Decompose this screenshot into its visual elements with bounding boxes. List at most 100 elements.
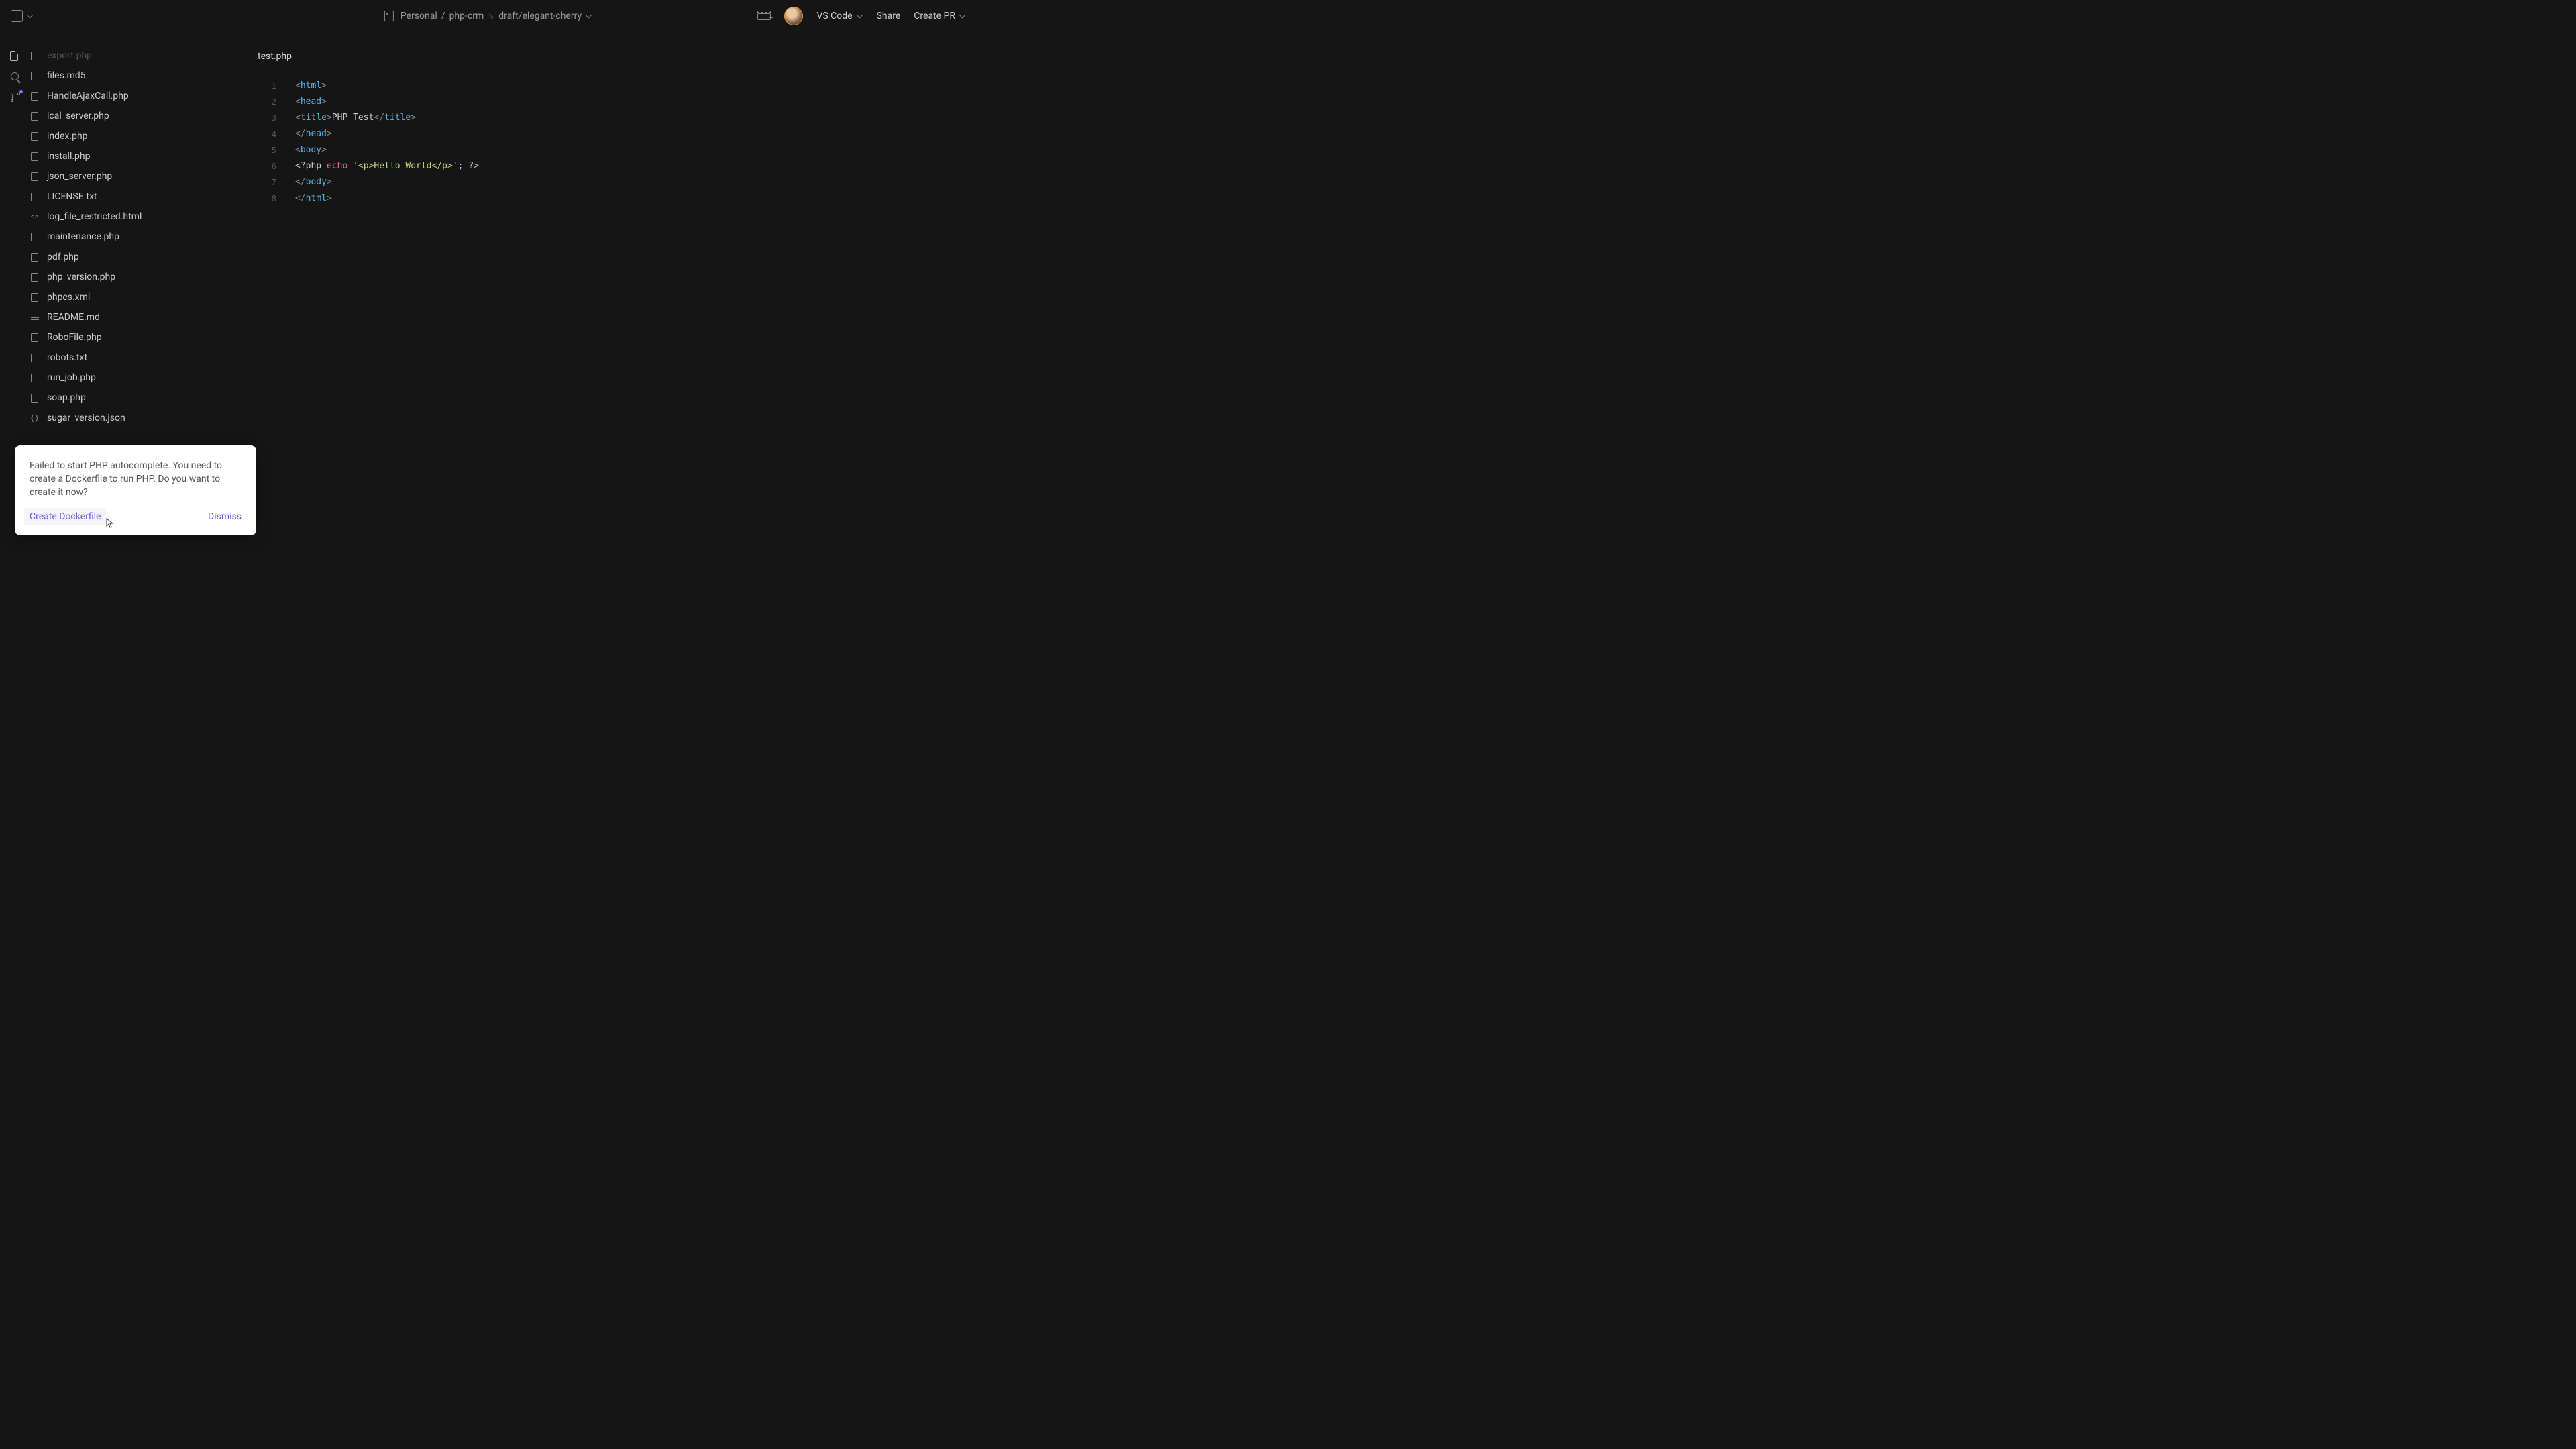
source-control-icon[interactable] — [11, 93, 20, 102]
file-item[interactable]: json_server.php — [31, 166, 239, 186]
file-name: json_server.php — [47, 171, 112, 182]
breadcrumb[interactable]: Personal / php-crm ↳ draft/elegant-cherr… — [384, 11, 592, 21]
project-name: php-crm — [449, 11, 484, 21]
search-icon[interactable] — [11, 72, 20, 82]
explorer-icon[interactable] — [10, 51, 21, 62]
project-icon — [384, 11, 394, 21]
json-icon: { } — [31, 413, 40, 423]
file-name: ical_server.php — [47, 111, 109, 121]
code-line[interactable]: 2 <head> — [258, 94, 977, 110]
badge-icon — [19, 90, 23, 93]
file-name: maintenance.php — [47, 231, 119, 242]
code-line[interactable]: 4 </head> — [258, 126, 977, 142]
readme-icon — [31, 313, 40, 322]
app-menu-icon[interactable] — [11, 10, 23, 22]
share-button[interactable]: Share — [877, 11, 901, 21]
file-item[interactable]: php_version.php — [31, 267, 239, 287]
file-name: install.php — [47, 151, 91, 162]
chevron-down-icon[interactable] — [586, 14, 592, 18]
layout-icon[interactable] — [757, 11, 771, 21]
file-name: index.php — [47, 131, 88, 142]
line-number: 8 — [258, 191, 276, 207]
chevron-down-icon — [857, 14, 863, 18]
file-name: soap.php — [47, 392, 86, 403]
file-icon — [31, 333, 40, 342]
file-name: pdf.php — [47, 252, 79, 262]
file-item[interactable]: maintenance.php — [31, 227, 239, 247]
notification-message: Failed to start PHP autocomplete. You ne… — [30, 459, 241, 499]
line-number: 4 — [258, 126, 276, 142]
workspace-name: Personal — [400, 11, 437, 21]
notification-popup: Failed to start PHP autocomplete. You ne… — [15, 445, 256, 535]
line-number: 2 — [258, 94, 276, 110]
file-icon — [31, 393, 40, 402]
avatar[interactable] — [784, 7, 803, 25]
file-icon — [31, 272, 40, 282]
share-label: Share — [877, 11, 901, 21]
code-icon: <> — [31, 212, 40, 221]
file-item[interactable]: run_job.php — [31, 368, 239, 388]
topbar-left — [11, 10, 34, 22]
file-item[interactable]: pdf.php — [31, 247, 239, 267]
code-line[interactable]: 3 <title>PHP Test</title> — [258, 110, 977, 126]
code-line[interactable]: 5 <body> — [258, 142, 977, 158]
code-line[interactable]: 1 <html> — [258, 78, 977, 94]
file-name: php_version.php — [47, 272, 115, 282]
topbar-right: VS Code Share Create PR — [757, 7, 966, 25]
top-bar: Personal / php-crm ↳ draft/elegant-cherr… — [0, 0, 977, 32]
file-name: LICENSE.txt — [47, 191, 97, 202]
file-name: HandleAjaxCall.php — [47, 91, 129, 101]
file-item[interactable]: ical_server.php — [31, 106, 239, 126]
file-icon — [31, 51, 40, 60]
tab-filename[interactable]: test.php — [258, 51, 977, 62]
file-item[interactable]: { }sugar_version.json — [31, 408, 239, 428]
file-item[interactable]: export.php — [31, 46, 239, 66]
line-content: <body> — [295, 142, 327, 158]
file-icon — [31, 91, 40, 101]
file-item[interactable]: HandleAjaxCall.php — [31, 86, 239, 106]
line-content: </html> — [295, 191, 332, 207]
chevron-down-icon[interactable] — [27, 14, 34, 18]
code-line[interactable]: 8 </html> — [258, 191, 977, 207]
file-icon — [31, 131, 40, 141]
file-icon — [31, 152, 40, 161]
file-icon — [31, 172, 40, 181]
line-content: <?php echo '<p>Hello World</p>'; ?> — [295, 158, 479, 174]
create-pr-button[interactable]: Create PR — [914, 11, 966, 21]
file-name: export.php — [47, 50, 92, 61]
create-dockerfile-button[interactable]: Create Dockerfile — [24, 508, 106, 525]
line-number: 6 — [258, 158, 276, 174]
file-item[interactable]: phpcs.xml — [31, 287, 239, 307]
file-item[interactable]: soap.php — [31, 388, 239, 408]
editor: test.php 1 <html> 2 <head> 3 <title>PHP Test<… — [239, 32, 977, 547]
file-name: robots.txt — [47, 352, 87, 363]
line-content: <head> — [295, 94, 327, 110]
file-name: files.md5 — [47, 70, 86, 81]
code-line[interactable]: 6 <?php echo '<p>Hello World</p>'; ?> — [258, 158, 977, 174]
file-icon — [31, 292, 40, 302]
dismiss-button[interactable]: Dismiss — [208, 511, 241, 522]
line-number: 5 — [258, 142, 276, 158]
file-item[interactable]: robots.txt — [31, 347, 239, 368]
code-line[interactable]: 7</body> — [258, 174, 977, 191]
line-content: <html> — [295, 78, 327, 94]
branch-arrow-icon: ↳ — [488, 11, 494, 21]
file-item[interactable]: RoboFile.php — [31, 327, 239, 347]
file-icon — [31, 353, 40, 362]
file-icon — [31, 192, 40, 201]
line-number: 1 — [258, 78, 276, 94]
vscode-button[interactable]: VS Code — [816, 11, 863, 21]
line-content: </head> — [295, 126, 332, 142]
code-area[interactable]: 1 <html> 2 <head> 3 <title>PHP Test</title> 4 <… — [258, 78, 977, 207]
line-content: <title>PHP Test</title> — [295, 110, 416, 126]
file-item[interactable]: install.php — [31, 146, 239, 166]
file-item[interactable]: README.md — [31, 307, 239, 327]
line-number: 3 — [258, 110, 276, 126]
file-item[interactable]: <>log_file_restricted.html — [31, 207, 239, 227]
vscode-label: VS Code — [816, 11, 852, 21]
file-icon — [31, 71, 40, 80]
file-item[interactable]: index.php — [31, 126, 239, 146]
file-item[interactable]: LICENSE.txt — [31, 186, 239, 207]
file-name: run_job.php — [47, 372, 96, 383]
file-item[interactable]: files.md5 — [31, 66, 239, 86]
